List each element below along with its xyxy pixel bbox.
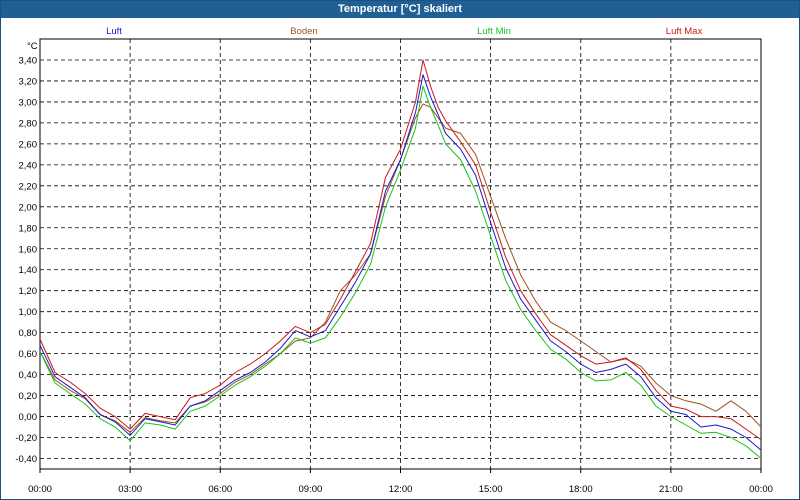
y-tick-label: 0,60	[19, 349, 38, 360]
y-tick-label: 0,00	[19, 412, 38, 423]
legend-luft-max: Luft Max	[666, 26, 703, 37]
chart-window: Temperatur [°C] skaliert -0,40 -0,20 0,00 0…	[0, 0, 800, 500]
y-tick-label: 1,20	[19, 286, 38, 297]
x-tick-time: 12:00	[389, 484, 413, 495]
y-tick-label: 0,40	[19, 370, 38, 381]
x-tick-time: 15:00	[479, 484, 503, 495]
y-tick-label: 1,80	[19, 223, 38, 234]
y-tick-label: 1,60	[19, 244, 38, 255]
x-tick-time: 18:00	[569, 484, 593, 495]
y-tick-label: 0,20	[19, 391, 38, 402]
y-tick-label: 2,80	[19, 118, 38, 129]
y-tick-label: -0,40	[15, 454, 37, 465]
x-tick-time: 03:00	[118, 484, 142, 495]
y-tick-label: 2,60	[19, 139, 38, 150]
y-tick-label: 3,40	[19, 55, 38, 66]
x-tick-time: 21:00	[659, 484, 683, 495]
window-title: Temperatur [°C] skaliert	[1, 1, 799, 18]
y-tick-label: 2,40	[19, 160, 38, 171]
x-tick-time: 00:00	[28, 484, 52, 495]
legend-luft-min: Luft Min	[477, 26, 511, 37]
y-axis-label: °C	[27, 41, 38, 52]
y-tick-label: 3,20	[19, 76, 38, 87]
legend-boden: Boden	[290, 26, 317, 37]
y-tick-label: 2,20	[19, 181, 38, 192]
y-tick-label: 2,00	[19, 202, 38, 213]
y-tick-label: 3,00	[19, 97, 38, 108]
y-tick-label: 0,80	[19, 328, 38, 339]
y-tick-label: 1,00	[19, 307, 38, 318]
x-tick-time: 00:00	[749, 484, 773, 495]
temperature-chart: -0,40 -0,20 0,00 0,20 0,40 0,60 0,80 1,00 1,20 1,…	[15, 26, 773, 495]
legend-luft: Luft	[106, 26, 122, 37]
x-tick-time: 06:00	[208, 484, 232, 495]
y-tick-label: 1,40	[19, 265, 38, 276]
y-tick-label: -0,20	[15, 433, 37, 444]
x-tick-time: 09:00	[298, 484, 322, 495]
